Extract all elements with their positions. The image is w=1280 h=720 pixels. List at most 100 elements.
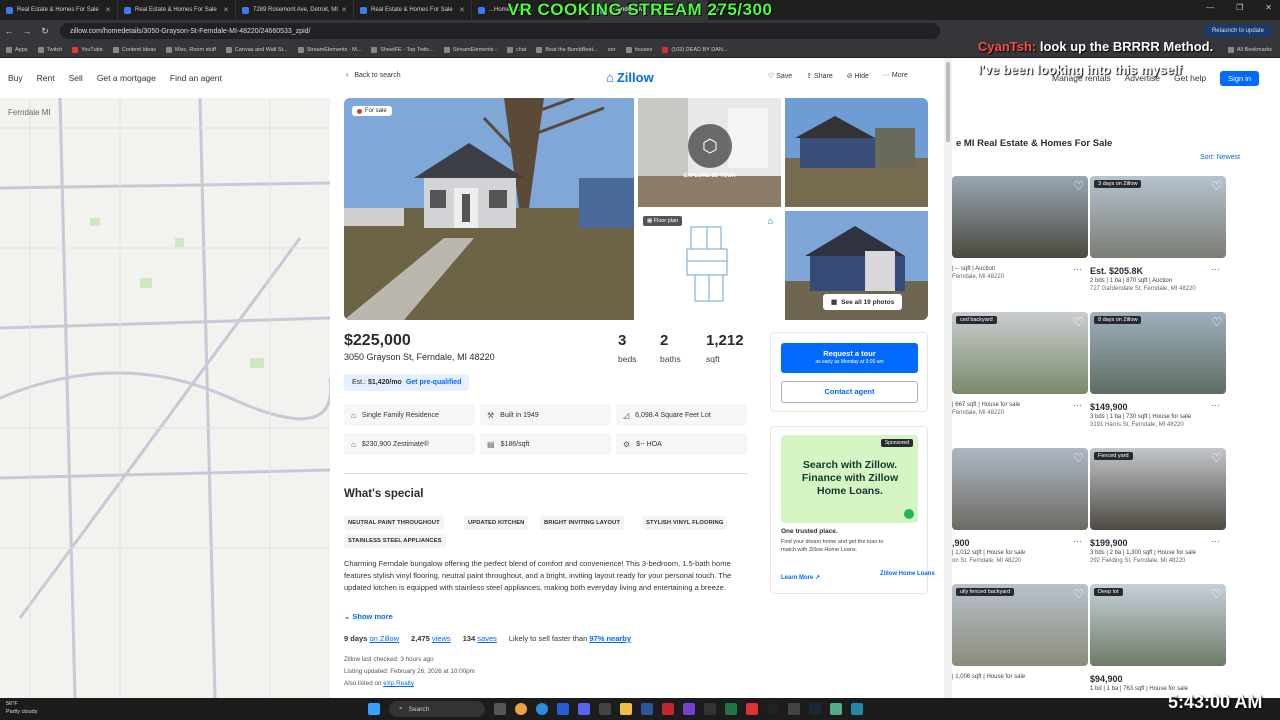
location-search[interactable]: Ferndale MI bbox=[8, 108, 51, 117]
listing-card[interactable]: ♡ | -- sqft | Auction Ferndale, MI 48220… bbox=[952, 176, 1088, 306]
zillow-logo[interactable]: ⌂ Zillow bbox=[606, 70, 654, 85]
nav-buy[interactable]: Buy bbox=[8, 73, 23, 83]
more-button[interactable]: ··· More bbox=[883, 72, 908, 80]
sort-dropdown[interactable]: Sort: Newest bbox=[1200, 154, 1240, 161]
heart-icon[interactable]: ♡ bbox=[1211, 587, 1222, 601]
task-view-icon[interactable] bbox=[494, 703, 506, 715]
photo-tile[interactable]: ▦ See all 19 photos bbox=[785, 211, 928, 320]
weather-widget[interactable]: 56°F Partly cloudy bbox=[6, 700, 38, 716]
app-icon[interactable] bbox=[788, 703, 800, 715]
app-icon[interactable] bbox=[683, 703, 695, 715]
prequalify-link[interactable]: Get pre-qualified bbox=[406, 379, 462, 386]
url-field[interactable]: zillow.com/homedetails/3050-Grayson-St-F… bbox=[60, 23, 940, 39]
bookmark-item[interactable]: Beat the BombBeat... bbox=[536, 46, 598, 53]
forward-arrow-icon[interactable]: → bbox=[18, 26, 36, 36]
listing-card[interactable]: 8 days on Zillow ♡ $149,900 3 bds | 1 ba … bbox=[1090, 312, 1226, 442]
folder-icon bbox=[1227, 46, 1234, 53]
main-photo[interactable]: For sale bbox=[344, 98, 634, 320]
bookmark-item[interactable]: oor bbox=[608, 47, 616, 53]
reload-icon[interactable]: ↻ bbox=[36, 26, 54, 37]
stream-title-overlay: VR COOKING STREAM 275/300 bbox=[507, 0, 773, 19]
heart-icon: ♡ bbox=[768, 73, 775, 80]
excel-icon[interactable] bbox=[725, 703, 737, 715]
app-icon[interactable] bbox=[704, 703, 716, 715]
app-icon[interactable] bbox=[599, 703, 611, 715]
exp-realty-link[interactable]: eXp Realty bbox=[383, 680, 414, 687]
word-icon[interactable] bbox=[641, 703, 653, 715]
more-icon[interactable]: ··· bbox=[1211, 400, 1220, 410]
folder-icon[interactable] bbox=[620, 703, 632, 715]
back-to-search-link[interactable]: ‹ Back to search bbox=[346, 72, 401, 79]
estimated-payment[interactable]: Est.: $1,420/mo Get pre-qualified bbox=[344, 374, 470, 391]
see-all-photos-button[interactable]: ▦ See all 19 photos bbox=[823, 294, 903, 310]
heart-icon[interactable]: ♡ bbox=[1211, 315, 1222, 329]
bookmark-item[interactable]: chat bbox=[506, 46, 526, 53]
hide-icon: ⊘ bbox=[846, 73, 853, 80]
all-bookmarks[interactable]: All Bookmarks bbox=[1227, 46, 1272, 53]
request-tour-button[interactable]: Request a tour as early as Monday at 9:00… bbox=[781, 343, 918, 373]
price-sqft-icon: ▤ bbox=[487, 439, 495, 449]
more-icon[interactable]: ··· bbox=[1211, 536, 1220, 546]
heart-icon[interactable]: ♡ bbox=[1073, 451, 1084, 465]
more-icon[interactable]: ··· bbox=[1073, 536, 1082, 546]
bookmark-item[interactable]: (103) DEAD BY DAN... bbox=[662, 46, 727, 53]
app-icon[interactable] bbox=[662, 703, 674, 715]
chrome-icon[interactable] bbox=[515, 703, 527, 715]
floor-plan-tile[interactable]: ▦ Floor plan ⌂ bbox=[638, 211, 781, 320]
fact-zestimate[interactable]: ⌂ $230,900 Zestimate® bbox=[344, 433, 475, 455]
contact-agent-button[interactable]: Contact agent bbox=[781, 381, 918, 403]
scrollbar-thumb[interactable] bbox=[946, 62, 950, 142]
show-more-button[interactable]: ⌄ Show more bbox=[344, 612, 393, 621]
heart-icon[interactable]: ♡ bbox=[1073, 315, 1084, 329]
bookmark-item[interactable]: Canvas and Wall St... bbox=[225, 46, 288, 53]
listing-card[interactable]: ully fenced backyard ♡ | 1,006 sqft | Hou… bbox=[952, 584, 1088, 714]
back-arrow-icon[interactable]: ← bbox=[0, 26, 18, 36]
hide-button[interactable]: ⊘ Hide bbox=[847, 72, 869, 80]
nav-rent[interactable]: Rent bbox=[37, 73, 55, 83]
bookmark-item[interactable]: SheetFE - Top Twitc... bbox=[371, 46, 434, 53]
steam-icon[interactable] bbox=[809, 703, 821, 715]
taskbar-search[interactable]: ⌕ Search bbox=[389, 701, 485, 717]
app-icon[interactable] bbox=[851, 703, 863, 715]
edge-icon[interactable] bbox=[536, 703, 548, 715]
nav-agent[interactable]: Find an agent bbox=[170, 73, 222, 83]
share-button[interactable]: ⇪ Share bbox=[806, 72, 833, 80]
heart-icon[interactable]: ♡ bbox=[1073, 179, 1084, 193]
modal-scrollbar[interactable] bbox=[944, 58, 952, 698]
heart-icon[interactable]: ♡ bbox=[1073, 587, 1084, 601]
bookmark-item[interactable]: StreamElements - M... bbox=[297, 46, 361, 53]
start-icon[interactable] bbox=[368, 703, 380, 715]
bookmark-item[interactable]: StreamElements - bbox=[443, 46, 497, 53]
discord-icon[interactable] bbox=[578, 703, 590, 715]
heart-icon[interactable]: ♡ bbox=[1211, 179, 1222, 193]
listing-card[interactable]: ♡ ,900 | 1,012 sqft | House for sale on … bbox=[952, 448, 1088, 578]
app-icon[interactable] bbox=[830, 703, 842, 715]
listing-card[interactable]: 3 days on Zillow ♡ Est. $205.8K 2 bds | 1… bbox=[1090, 176, 1226, 306]
listing-actions: ♡ Save ⇪ Share ⊘ Hide ··· More bbox=[768, 72, 908, 80]
store-icon[interactable] bbox=[557, 703, 569, 715]
more-icon[interactable]: ··· bbox=[1073, 264, 1082, 274]
more-icon[interactable]: ··· bbox=[1073, 400, 1082, 410]
heart-icon[interactable]: ♡ bbox=[1211, 451, 1222, 465]
learn-more-link[interactable]: Learn More ↗ bbox=[781, 574, 820, 581]
ad-body: Find your dream home and get the loan to… bbox=[781, 539, 884, 553]
listing-card[interactable]: Fenced yard ♡ $199,900 3 bds | 2 ba | 1,3… bbox=[1090, 448, 1226, 578]
ad-banner[interactable]: Sponsored Search with Zillow. Finance wi… bbox=[781, 435, 918, 523]
photo-tile[interactable] bbox=[785, 98, 928, 207]
listing-card[interactable]: ced backyard ♡ | 667 sqft | House for sal… bbox=[952, 312, 1088, 442]
bookmark-item[interactable]: Misc. Room stuff bbox=[166, 46, 216, 53]
bookmark-item[interactable]: houses bbox=[625, 46, 652, 53]
bookmark-item[interactable]: YouTube bbox=[72, 46, 103, 53]
bookmark-item[interactable]: Apps bbox=[6, 46, 28, 53]
3d-tour-tile[interactable]: ⬡ EXPLORE 3D TOUR bbox=[638, 98, 781, 207]
nav-sell[interactable]: Sell bbox=[69, 73, 83, 83]
bookmark-item[interactable]: Content Ideas bbox=[112, 46, 156, 53]
nav-mortgage[interactable]: Get a mortgage bbox=[97, 73, 156, 83]
cube-3d-icon[interactable]: ⬡ bbox=[688, 124, 732, 168]
save-button[interactable]: ♡ Save bbox=[768, 72, 792, 80]
more-icon[interactable]: ··· bbox=[1211, 264, 1220, 274]
app-icon[interactable] bbox=[746, 703, 758, 715]
obs-icon[interactable] bbox=[767, 703, 779, 715]
map[interactable] bbox=[0, 98, 330, 698]
bookmark-item[interactable]: Twitch bbox=[37, 46, 62, 53]
